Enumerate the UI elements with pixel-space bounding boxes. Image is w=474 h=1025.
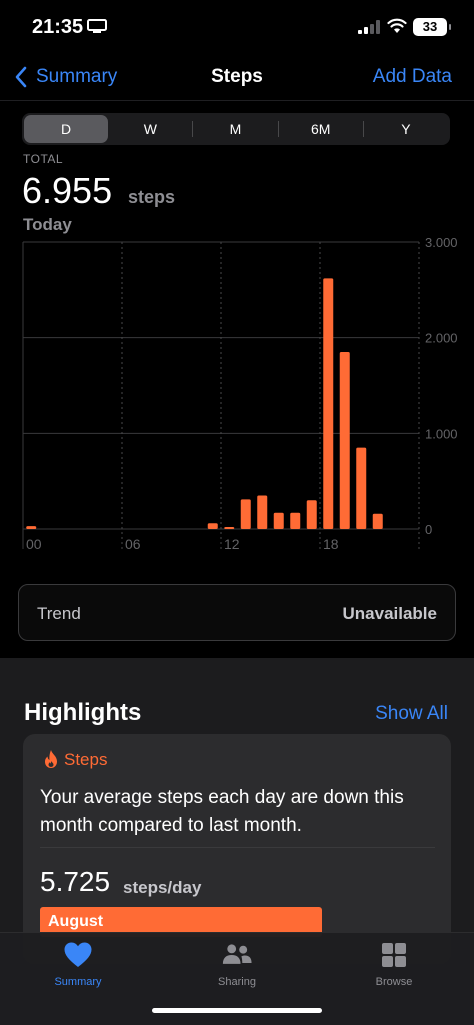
chart-bar (372, 513, 383, 529)
segment-year[interactable]: Y (364, 115, 448, 143)
chart-bar (273, 512, 284, 529)
add-data-button[interactable]: Add Data (373, 66, 452, 88)
time-range-segmented-control: D W M 6M Y (22, 113, 450, 145)
highlights-title: Highlights (24, 699, 142, 726)
nav-divider (0, 100, 474, 101)
chart-bar (207, 523, 218, 529)
chart-bar (240, 499, 251, 529)
chart-bar (257, 495, 268, 529)
flame-icon (45, 750, 57, 768)
segment-day[interactable]: D (24, 115, 109, 143)
cellular-signal-icon (358, 20, 380, 34)
y-tick-label: 3.000 (425, 235, 458, 250)
tab-browse[interactable]: Browse (344, 941, 444, 988)
show-all-button[interactable]: Show All (375, 703, 448, 725)
total-steps-unit: steps (128, 187, 176, 207)
chart-bar (224, 527, 235, 529)
home-indicator (152, 1008, 322, 1013)
chart-bar (306, 500, 317, 529)
chart-bar (290, 512, 301, 529)
highlight-card-label: Steps (64, 750, 108, 769)
tab-sharing[interactable]: Sharing (187, 941, 287, 988)
wifi-icon (387, 18, 407, 33)
highlight-card-text: Your average steps each day are down thi… (40, 787, 404, 836)
people-icon (222, 944, 252, 964)
x-tick-label: 12 (224, 536, 240, 552)
steps-bar-chart[interactable]: 0 1.000 2.000 3.000 00 06 12 18 (0, 230, 474, 560)
screen-mirroring-icon (87, 19, 107, 33)
chart-bar (339, 352, 350, 529)
trend-label: Trend (37, 604, 81, 623)
status-bar: 21:35 33 (0, 0, 474, 54)
segment-month[interactable]: M (193, 115, 277, 143)
month-comparison-bar-label: August (48, 913, 104, 930)
x-tick-label: 00 (26, 536, 42, 552)
average-steps-unit: steps/day (123, 878, 202, 897)
tab-summary[interactable]: Summary (28, 941, 128, 988)
tab-label: Sharing (218, 976, 256, 988)
chart-bar (356, 447, 367, 529)
y-tick-label: 0 (425, 522, 432, 537)
grid-icon (382, 943, 406, 967)
chart-bar (26, 526, 37, 529)
highlight-card[interactable]: Steps Your average steps each day are do… (23, 734, 451, 964)
trend-card[interactable]: Trend Unavailable (18, 584, 456, 641)
x-tick-label: 06 (125, 536, 141, 552)
segment-week[interactable]: W (108, 115, 192, 143)
average-steps-value: 5.725 (40, 866, 111, 897)
x-tick-label: 18 (323, 536, 339, 552)
y-tick-label: 2.000 (425, 331, 458, 346)
nav-bar: Summary Steps Add Data (0, 54, 474, 100)
highlight-divider (40, 847, 435, 848)
status-time: 21:35 (32, 16, 84, 38)
trend-value: Unavailable (342, 604, 438, 623)
tab-label: Summary (54, 976, 102, 988)
y-tick-label: 1.000 (425, 426, 458, 441)
segment-six-months[interactable]: 6M (279, 115, 363, 143)
battery-icon: 33 (413, 18, 451, 36)
total-steps-value: 6.955 (22, 170, 113, 211)
total-label: TOTAL (23, 152, 64, 166)
heart-icon (64, 942, 92, 967)
chart-bar (323, 278, 334, 529)
tab-label: Browse (375, 976, 413, 988)
